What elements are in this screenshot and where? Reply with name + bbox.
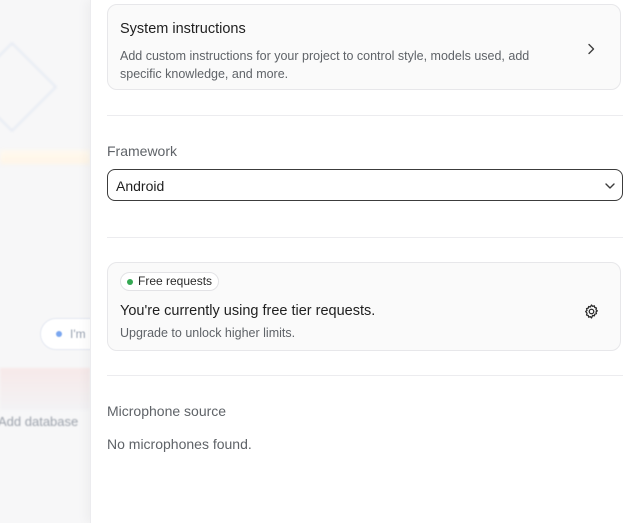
background-add-database: Add database: [0, 414, 79, 429]
microphone-empty-message: No microphones found.: [107, 436, 252, 452]
framework-select[interactable]: Android: [107, 169, 623, 201]
divider: [107, 237, 623, 238]
background-app: I'm Add database: [0, 0, 90, 523]
system-instructions-title: System instructions: [120, 21, 246, 37]
background-pill-dot: [56, 331, 62, 337]
background-prompt-pill: I'm: [40, 318, 90, 350]
free-tier-title: You're currently using free tier request…: [120, 303, 376, 319]
system-instructions-description: Add custom instructions for your project…: [120, 49, 530, 81]
system-instructions-card[interactable]: System instructions Add custom instructi…: [107, 4, 621, 90]
background-strip: [0, 368, 90, 410]
status-dot: [127, 279, 133, 285]
settings-drawer: System instructions Add custom instructi…: [90, 0, 638, 523]
framework-selected-value: Android: [116, 178, 165, 194]
chevron-down-icon: [605, 183, 615, 189]
chevron-right-icon: [588, 43, 595, 55]
gear-icon[interactable]: [583, 303, 600, 320]
free-tier-subtitle: Upgrade to unlock higher limits.: [120, 326, 296, 340]
free-requests-badge-label: Free requests: [138, 274, 213, 288]
background-highlight-band: [0, 150, 90, 164]
free-tier-card: Free requests You're currently using fre…: [107, 262, 621, 351]
background-logo-shape: [0, 41, 58, 133]
framework-label: Framework: [107, 143, 178, 159]
divider: [107, 375, 623, 376]
microphone-source-label: Microphone source: [107, 403, 227, 419]
background-pill-text: I'm: [70, 327, 86, 341]
free-requests-badge: Free requests: [120, 272, 220, 291]
divider: [107, 115, 623, 116]
